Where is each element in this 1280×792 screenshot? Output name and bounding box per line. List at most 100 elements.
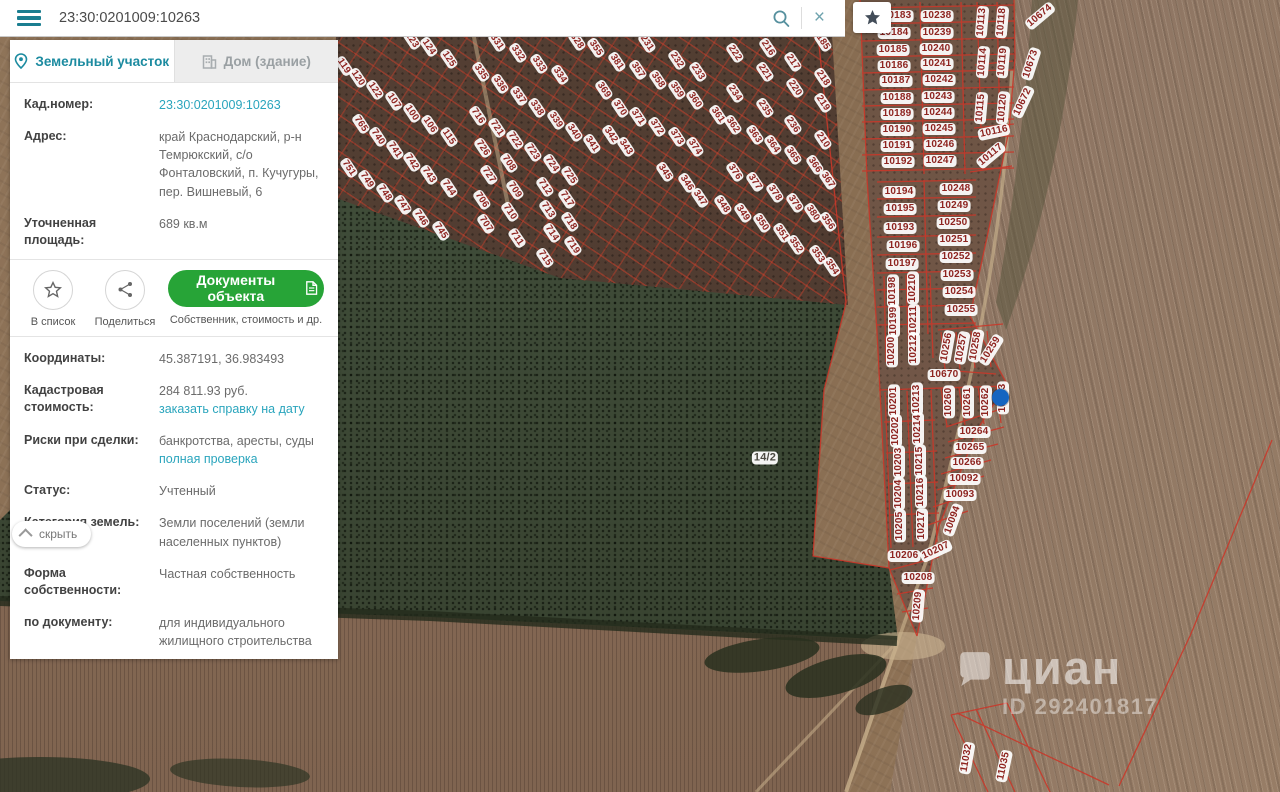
parcel-label[interactable]: 10115 [973, 91, 989, 125]
parcel-label[interactable]: 10200 [886, 334, 898, 368]
parcel-label[interactable]: 10185 [876, 44, 910, 56]
parcel-label[interactable]: 343 [615, 135, 637, 159]
parcel-label[interactable]: 747 [392, 193, 414, 217]
parcel-label[interactable]: 10216 [915, 475, 927, 509]
parcel-label[interactable]: 124 [418, 35, 440, 59]
parcel-label[interactable]: 115 [438, 125, 460, 149]
object-documents-button[interactable]: Документы объекта [168, 269, 324, 307]
parcel-label[interactable]: 746 [410, 206, 432, 230]
tab-building[interactable]: Дом (здание) [173, 40, 338, 82]
parcel-label[interactable]: 358 [647, 68, 669, 92]
parcel-label[interactable]: 710 [499, 200, 521, 224]
parcel-label[interactable]: 10119 [995, 45, 1011, 79]
parcel-label[interactable]: 218 [812, 66, 834, 90]
parcel-label[interactable]: 217 [782, 50, 804, 74]
parcel-label[interactable]: 125 [438, 47, 460, 71]
parcel-label[interactable]: 365 [782, 143, 804, 167]
parcel-label[interactable]: 10187 [879, 75, 913, 87]
parcel-label[interactable]: 715 [534, 246, 556, 270]
parcel-label[interactable]: 713 [537, 198, 559, 222]
parcel-label[interactable]: 10116 [976, 122, 1012, 142]
parcel-label[interactable]: 236 [782, 113, 804, 137]
parcel-label[interactable]: 233 [687, 60, 709, 84]
parcel-label[interactable]: 10251 [937, 234, 971, 246]
parcel-label[interactable]: 714 [541, 221, 563, 245]
parcel-label[interactable]: 711 [506, 226, 528, 250]
parcel-label[interactable]: 378 [764, 181, 786, 205]
parcel-label[interactable]: 354 [821, 255, 843, 279]
parcel-label[interactable]: 10211 [908, 303, 920, 337]
parcel-label[interactable]: 373 [666, 125, 688, 149]
field-link[interactable]: заказать справку на дату [159, 400, 305, 418]
parcel-label[interactable]: 338 [526, 96, 548, 120]
parcel-label[interactable]: 10209 [910, 589, 926, 623]
parcel-label[interactable]: 334 [549, 63, 571, 87]
parcel-label[interactable]: 359 [666, 78, 688, 102]
parcel-label[interactable]: 210 [812, 128, 834, 152]
parcel-label[interactable]: 14/2 [751, 451, 779, 465]
parcel-label[interactable]: 352 [785, 233, 807, 257]
parcel-label[interactable]: 11032 [958, 741, 976, 775]
parcel-label[interactable]: 10118 [994, 5, 1010, 39]
parcel-label[interactable]: 10253 [940, 269, 974, 281]
parcel-label[interactable]: 333 [528, 52, 550, 76]
parcel-label[interactable]: 10239 [920, 27, 954, 39]
parcel-label[interactable]: 724 [541, 152, 563, 176]
parcel-label[interactable]: 345 [654, 160, 676, 184]
parcel-label[interactable]: 10205 [894, 509, 906, 543]
parcel-label[interactable]: 744 [438, 176, 460, 200]
parcel-label[interactable]: 10113 [974, 5, 990, 39]
parcel-label[interactable]: 726 [472, 136, 494, 160]
parcel-label[interactable]: 10093 [943, 489, 977, 501]
parcel-label[interactable]: 107 [383, 89, 405, 113]
parcel-label[interactable]: 10208 [901, 572, 935, 584]
parcel-label[interactable]: 721 [486, 116, 508, 140]
parcel-label[interactable]: 341 [581, 132, 603, 156]
parcel-label[interactable]: 369 [593, 78, 615, 102]
tab-land-parcel[interactable]: Земельный участок [10, 40, 174, 82]
parcel-label[interactable]: 11035 [994, 748, 1014, 784]
parcel-label[interactable]: 716 [467, 104, 489, 128]
parcel-label[interactable]: 10241 [920, 58, 954, 70]
share-button[interactable]: Поделиться [95, 269, 155, 328]
parcel-label[interactable]: 10674 [1023, 0, 1057, 32]
parcel-label[interactable]: 10092 [947, 473, 981, 485]
parcel-label[interactable]: 349 [732, 201, 754, 225]
parcel-label[interactable]: 10261 [962, 385, 974, 419]
parcel-label[interactable]: 10204 [893, 477, 905, 511]
parcel-label[interactable]: 712 [534, 175, 556, 199]
parcel-label[interactable]: 10195 [883, 203, 917, 215]
parcel-label[interactable]: 122 [364, 78, 386, 102]
parcel-label[interactable]: 10215 [914, 444, 926, 478]
parcel-label[interactable]: 10246 [923, 139, 957, 151]
parcel-label[interactable]: 10196 [886, 240, 920, 252]
parcel-label[interactable]: 356 [817, 210, 839, 234]
parcel-label[interactable]: 362 [722, 113, 744, 137]
parcel-label[interactable]: 10214 [912, 412, 924, 446]
parcel-label[interactable]: 357 [627, 58, 649, 82]
parcel-label[interactable]: 10213 [911, 382, 923, 416]
parcel-label[interactable]: 10198 [887, 274, 899, 308]
parcel-label[interactable]: 332 [507, 41, 529, 65]
parcel-label[interactable]: 10192 [881, 156, 915, 168]
parcel-label[interactable]: 706 [471, 188, 493, 212]
parcel-label[interactable]: 10265 [953, 442, 987, 454]
parcel-label[interactable]: 10212 [908, 332, 920, 366]
parcel-label[interactable]: 10207 [918, 538, 954, 564]
parcel-label[interactable]: 10249 [937, 200, 971, 212]
parcel-label[interactable]: 335 [470, 60, 492, 84]
parcel-label[interactable]: 339 [545, 108, 567, 132]
parcel-label[interactable]: 10094 [941, 502, 965, 538]
parcel-label[interactable]: 707 [475, 212, 497, 236]
parcel-label[interactable]: 10673 [1020, 46, 1042, 82]
parcel-label[interactable]: 748 [374, 181, 396, 205]
parcel-label[interactable]: 10194 [882, 186, 916, 198]
parcel-label[interactable]: 10117 [974, 140, 1008, 170]
parcel-label[interactable]: 708 [498, 151, 520, 175]
selected-parcel-marker[interactable] [991, 388, 1009, 406]
parcel-label[interactable]: 10244 [921, 107, 955, 119]
parcel-label[interactable]: 10206 [887, 550, 921, 562]
parcel-label[interactable]: 10264 [957, 426, 991, 438]
parcel-label[interactable]: 10254 [942, 286, 976, 298]
parcel-label[interactable]: 371 [627, 105, 649, 129]
